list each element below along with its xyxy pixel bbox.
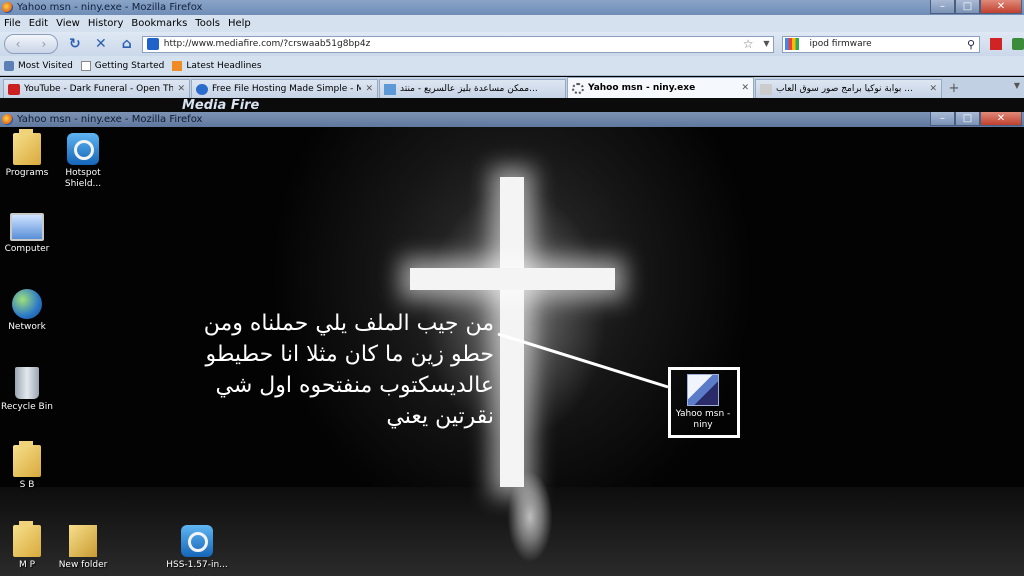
menu-edit[interactable]: Edit [29, 18, 48, 29]
tab-label: Free File Hosting Made Simple - Me... [212, 84, 362, 94]
inner-window-title-bar: Yahoo msn - niny.exe - Mozilla Firefox –… [0, 112, 1024, 127]
window-controls: – □ ✕ [930, 0, 1022, 14]
tab-label: Yahoo msn - niny.exe [588, 83, 696, 93]
tab-nokia[interactable]: بوابة نوكيا برامج صور سوق العاب ... ✕ [755, 79, 942, 98]
tab-forum[interactable]: ممكن مساعدة بليز عالسريع - منتد... [379, 79, 566, 98]
annotation-text: من جيب الملف يلي حملناه ومن حطو زين ما ك… [90, 308, 494, 432]
loading-icon [572, 82, 584, 94]
forum-icon [384, 83, 396, 95]
inner-window-title: Yahoo msn - niny.exe - Mozilla Firefox [17, 114, 203, 125]
menu-file[interactable]: File [4, 18, 21, 29]
firefox-icon [2, 2, 13, 13]
inner-minimize-button: – [930, 112, 955, 126]
inner-window-controls: – □ ✕ [930, 112, 1022, 126]
inner-close-button: ✕ [980, 112, 1022, 126]
new-tab-button[interactable]: + [943, 79, 965, 98]
stop-icon[interactable]: ✕ [92, 35, 110, 53]
tab-close-icon[interactable]: ✕ [929, 84, 937, 94]
tab-close-icon[interactable]: ✕ [177, 84, 185, 94]
window-title: Yahoo msn - niny.exe - Mozilla Firefox [17, 2, 203, 13]
bookmark-label: Latest Headlines [186, 60, 262, 71]
annotation-line: حطو زين ما كان مثلا انا حطيطو [205, 342, 494, 367]
page-header-strip: Media Fire [0, 98, 1024, 113]
tab-label: YouTube - Dark Funeral - Open The... [24, 84, 174, 94]
back-forward-group: ‹ › [4, 34, 58, 54]
url-text[interactable]: http://www.mediafire.com/?crswaab51g8bp4… [164, 39, 371, 49]
annotation-line: عالديسكتوب منفتحوه اول شي [215, 373, 494, 398]
nokia-icon [760, 83, 772, 95]
menu-view[interactable]: View [56, 18, 80, 29]
bookmark-most-visited[interactable]: Most Visited [4, 60, 73, 71]
tab-youtube[interactable]: YouTube - Dark Funeral - Open The... ✕ [3, 79, 190, 98]
tab-label: ممكن مساعدة بليز عالسريع - منتد... [400, 84, 538, 94]
inner-maximize-button: □ [955, 112, 980, 126]
most-visited-icon [4, 60, 14, 71]
title-bar: Yahoo msn - niny.exe - Mozilla Firefox –… [0, 0, 1024, 15]
url-bar[interactable]: http://www.mediafire.com/?crswaab51g8bp4… [141, 35, 775, 53]
menu-bar: File Edit View History Bookmarks Tools H… [0, 15, 1024, 32]
menu-history[interactable]: History [88, 18, 124, 29]
mediafire-logo: Media Fire [182, 98, 260, 113]
reload-icon[interactable]: ↻ [66, 35, 84, 53]
menu-help[interactable]: Help [228, 18, 251, 29]
firefox-icon [2, 114, 13, 125]
tab-close-icon[interactable]: ✕ [365, 84, 373, 94]
tab-bar: YouTube - Dark Funeral - Open The... ✕ F… [0, 77, 1024, 98]
search-engine-icon[interactable] [785, 38, 800, 50]
bookmarks-toolbar: Most Visited Getting Started Latest Head… [0, 56, 1024, 76]
annotation-line: نقرتين يعني [386, 404, 494, 429]
navigation-toolbar: ‹ › ↻ ✕ ⌂ http://www.mediafire.com/?crsw… [0, 32, 1024, 56]
executable-program-icon [687, 374, 719, 406]
addon-red-icon[interactable] [990, 38, 1003, 50]
menu-tools[interactable]: Tools [195, 18, 220, 29]
forward-button[interactable]: › [31, 37, 57, 51]
bookmark-star-icon[interactable]: ☆ [743, 37, 754, 51]
maximize-button[interactable]: □ [955, 0, 980, 14]
tab-yahoo-msn[interactable]: Yahoo msn - niny.exe ✕ [567, 77, 754, 98]
bookmark-label: Most Visited [18, 60, 73, 71]
back-button[interactable]: ‹ [5, 37, 31, 51]
annotation-line: من جيب الملف يلي حملناه ومن [203, 311, 494, 336]
bookmark-label: Getting Started [94, 60, 165, 71]
desktop-icon-yahoo-msn[interactable]: Yahoo msn - niny [670, 369, 736, 431]
mediafire-icon [196, 83, 208, 95]
page-content: Media Fire Yahoo msn - niny.exe - Mozill… [0, 98, 1024, 576]
tab-list-dropdown-icon[interactable]: ▼ [1014, 81, 1020, 90]
tab-label: بوابة نوكيا برامج صور سوق العاب ... [776, 84, 913, 94]
search-input[interactable]: ipod firmware [809, 39, 871, 49]
minimize-button[interactable]: – [930, 0, 955, 14]
search-go-icon[interactable]: ⚲ [967, 38, 975, 51]
close-button[interactable]: ✕ [980, 0, 1022, 14]
bookmark-latest-headlines[interactable]: Latest Headlines [172, 60, 262, 71]
tab-mediafire[interactable]: Free File Hosting Made Simple - Me... ✕ [191, 79, 378, 98]
bookmark-getting-started[interactable]: Getting Started [80, 60, 165, 71]
history-dropdown-icon[interactable]: ▼ [763, 39, 769, 48]
desktop-icon-label: Yahoo msn - niny [675, 409, 731, 430]
desktop-screenshot: Programs Hotspot Shield... Computer Netw… [0, 127, 1024, 576]
rss-icon [172, 60, 183, 71]
youtube-icon [8, 83, 20, 95]
addon-green-icon[interactable] [1012, 38, 1024, 50]
menu-bookmarks[interactable]: Bookmarks [131, 18, 187, 29]
site-identity-icon[interactable] [146, 38, 159, 50]
tab-close-icon[interactable]: ✕ [741, 83, 749, 93]
page-icon [80, 60, 91, 71]
search-bar[interactable]: ipod firmware ⚲ [782, 35, 981, 53]
home-icon[interactable]: ⌂ [118, 35, 136, 53]
